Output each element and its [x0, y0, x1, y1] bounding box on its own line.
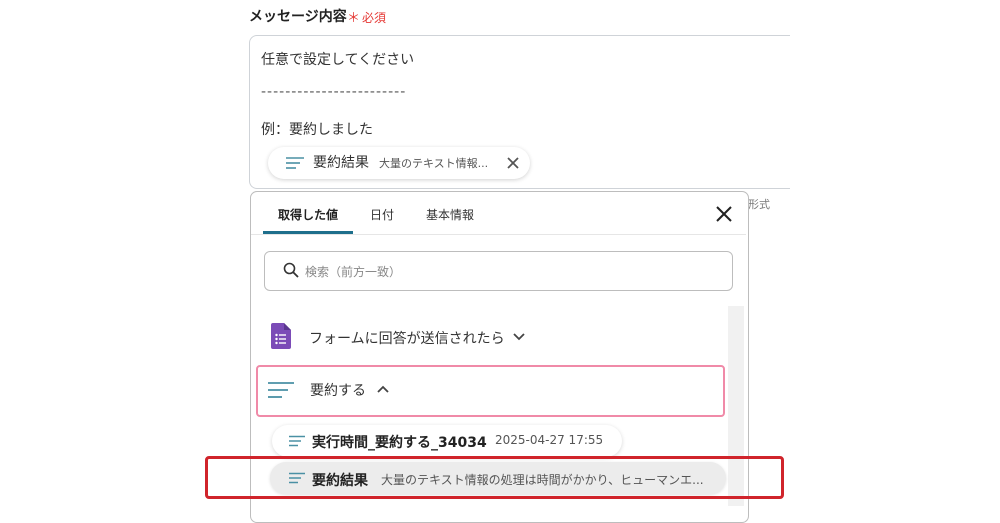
tab-acquired-values[interactable]: 取得した値 — [278, 206, 338, 223]
tab-date[interactable]: 日付 — [370, 206, 394, 223]
search-icon — [283, 262, 299, 278]
chip-title: 要約結果 — [313, 155, 369, 171]
required-asterisk: ＊ — [347, 11, 361, 26]
search-placeholder: 検索（前方一致） — [305, 265, 402, 279]
group-summarize-label: 要約する — [310, 383, 366, 399]
highlight-box — [205, 456, 784, 499]
text-lines-icon — [289, 435, 305, 447]
chevron-up-icon[interactable] — [376, 384, 390, 394]
helper-text: 形式 — [748, 198, 770, 211]
chip-subtitle: 大量のテキスト情報... — [379, 157, 489, 170]
close-icon[interactable] — [714, 204, 734, 224]
tab-divider — [251, 234, 746, 235]
google-forms-icon — [271, 323, 291, 349]
item-title: 実行時間_要約する_34034 — [312, 435, 487, 451]
required-badge: ＊必須 — [347, 7, 386, 26]
text-lines-icon — [286, 157, 304, 169]
close-icon[interactable] — [505, 155, 521, 171]
message-line-3: 例：要約しました — [261, 122, 373, 138]
chevron-down-icon[interactable] — [512, 332, 526, 342]
tab-basic-info[interactable]: 基本情報 — [426, 206, 474, 223]
field-label: メッセージ内容 — [249, 9, 347, 25]
text-lines-icon — [268, 382, 294, 398]
message-line-2: ------------------------ — [261, 84, 407, 100]
item-value: 2025-04-27 17:55 — [495, 433, 604, 447]
required-text: 必須 — [362, 11, 387, 25]
message-line-1: 任意で設定してください — [261, 52, 415, 68]
group-form-submitted[interactable]: フォームに回答が送信されたら — [309, 328, 505, 348]
